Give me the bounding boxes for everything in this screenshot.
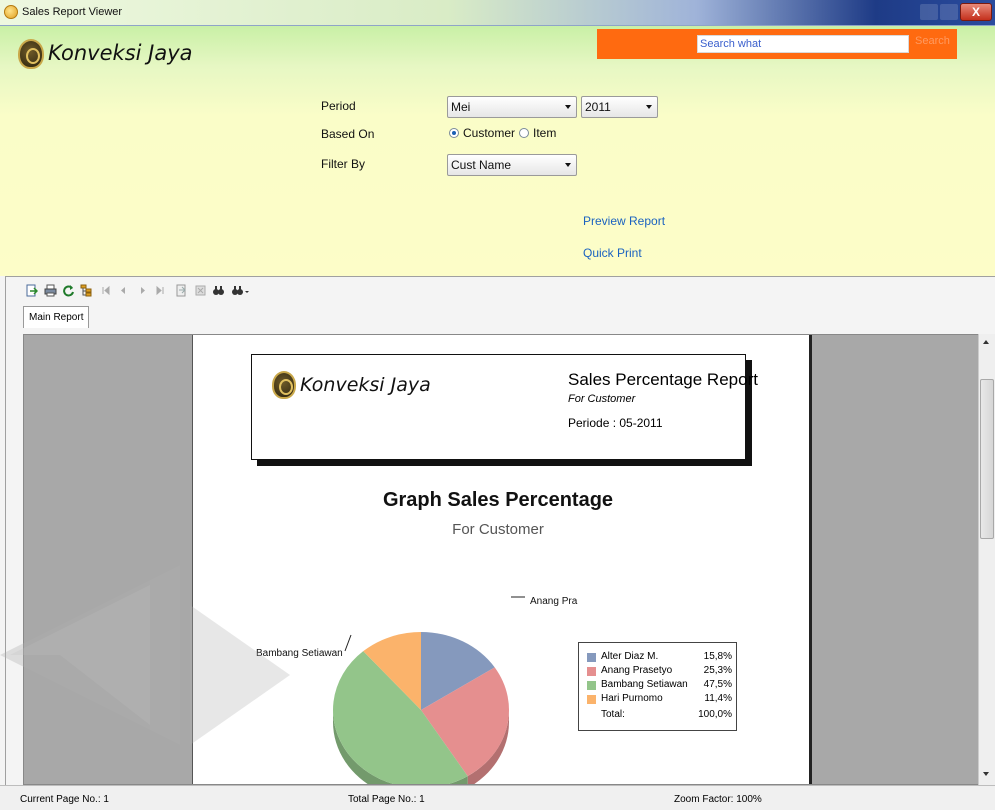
viewer-toolbar: [6, 277, 995, 305]
graph-subtitle: For Customer: [452, 521, 544, 538]
legend-label: Bambang Setiawan: [601, 679, 688, 690]
close-button[interactable]: X: [960, 3, 992, 21]
vertical-scrollbar[interactable]: [978, 334, 995, 785]
legend-swatch: [587, 653, 596, 662]
report-subtitle: For Customer: [568, 393, 636, 405]
report-company-name: Konveksi Jaya: [300, 374, 431, 396]
next-page-icon[interactable]: [136, 284, 149, 297]
legend-item: Bambang Setiawan 47,5%: [587, 679, 732, 691]
group-tree-icon[interactable]: [80, 284, 93, 297]
report-parameters-panel: Konveksi Jaya Search what Search Period …: [0, 26, 995, 276]
scroll-up-icon[interactable]: [983, 340, 989, 344]
crystal-report-viewer: Main Report Konveksi Jaya Sales Percenta…: [5, 276, 995, 810]
scroll-down-icon[interactable]: [983, 772, 989, 776]
legend-swatch: [587, 681, 596, 690]
based-on-item-label: Item: [533, 126, 557, 140]
app-icon: [4, 5, 18, 19]
period-label: Period: [321, 99, 356, 113]
minimize-button[interactable]: [920, 4, 938, 20]
maximize-button[interactable]: [940, 4, 958, 20]
legend-label: Anang Prasetyo: [601, 665, 673, 676]
search-button[interactable]: Search: [915, 35, 950, 47]
zoom-icon[interactable]: [231, 284, 251, 297]
company-badge-icon: [272, 371, 296, 399]
tab-main-report[interactable]: Main Report: [23, 306, 90, 328]
based-on-label: Based On: [321, 127, 375, 141]
print-icon[interactable]: [44, 284, 57, 297]
report-page: Konveksi Jaya Sales Percentage Report Fo…: [192, 335, 812, 784]
chevron-down-icon: [646, 105, 652, 109]
total-page-status: Total Page No.: 1: [348, 794, 425, 805]
quick-print-link[interactable]: Quick Print: [583, 246, 642, 260]
window-title: Sales Report Viewer: [22, 6, 123, 18]
period-year-value: 2011: [585, 100, 611, 114]
radio-unselected-icon: [519, 128, 529, 138]
legend-value: 25,3%: [703, 665, 732, 676]
legend-total: Total: 100,0%: [587, 709, 732, 721]
based-on-customer-label: Customer: [463, 126, 516, 140]
legend-item: Alter Diaz M. 15,8%: [587, 651, 732, 663]
legend-total-value: 100,0%: [698, 709, 732, 720]
radio-selected-icon: [449, 128, 459, 138]
legend-value: 15,8%: [703, 651, 732, 662]
leader-line: [344, 634, 352, 652]
legend-total-label: Total:: [601, 709, 625, 720]
period-month-value: Mei: [451, 100, 471, 114]
refresh-icon[interactable]: [62, 284, 75, 297]
legend-value: 47,5%: [703, 679, 732, 690]
report-title: Sales Percentage Report: [568, 370, 758, 389]
legend-label: Alter Diaz M.: [601, 651, 659, 662]
prev-page-icon[interactable]: [117, 284, 130, 297]
period-year-select[interactable]: 2011: [581, 96, 658, 118]
first-page-icon[interactable]: [99, 284, 112, 297]
company-name: Konveksi Jaya: [48, 41, 193, 65]
chart-legend: Alter Diaz M. 15,8% Anang Prasetyo 25,3%…: [578, 642, 737, 731]
search-bar: Search what Search: [597, 29, 957, 59]
legend-item: Hari Purnomo 11,4%: [587, 693, 732, 705]
export-icon[interactable]: [25, 284, 38, 297]
slice-label: Bambang Setiawan: [256, 648, 343, 659]
filter-by-select[interactable]: Cust Name: [447, 154, 577, 176]
based-on-item-radio[interactable]: Item: [519, 126, 556, 140]
legend-item: Anang Prasetyo 25,3%: [587, 665, 732, 677]
stop-icon[interactable]: [194, 284, 207, 297]
status-bar: Current Page No.: 1 Total Page No.: 1 Zo…: [0, 785, 995, 810]
graph-title: Graph Sales Percentage: [382, 489, 614, 511]
legend-swatch: [587, 667, 596, 676]
scroll-thumb[interactable]: [980, 379, 994, 539]
legend-swatch: [587, 695, 596, 704]
find-icon[interactable]: [212, 284, 225, 297]
report-canvas: Konveksi Jaya Sales Percentage Report Fo…: [23, 334, 995, 785]
zoom-status: Zoom Factor: 100%: [674, 794, 762, 805]
chevron-down-icon: [565, 163, 571, 167]
search-input[interactable]: Search what: [697, 35, 909, 53]
period-month-select[interactable]: Mei: [447, 96, 577, 118]
legend-value: 11,4%: [704, 693, 732, 704]
last-page-icon[interactable]: [154, 284, 167, 297]
slice-label: Anang Pra: [530, 596, 578, 607]
goto-page-icon[interactable]: [175, 284, 188, 297]
chevron-down-icon: [565, 105, 571, 109]
legend-label: Hari Purnomo: [601, 693, 663, 704]
report-header-box: Konveksi Jaya Sales Percentage Report Fo…: [251, 354, 758, 460]
company-badge-icon: [18, 39, 44, 69]
window-title-bar: Sales Report Viewer X: [0, 0, 995, 26]
current-page-status: Current Page No.: 1: [20, 794, 109, 805]
based-on-customer-radio[interactable]: Customer: [449, 126, 515, 140]
filter-by-label: Filter By: [321, 157, 366, 171]
filter-by-value: Cust Name: [451, 158, 512, 172]
preview-report-link[interactable]: Preview Report: [583, 214, 665, 228]
report-period: Periode : 05-2011: [568, 416, 663, 430]
